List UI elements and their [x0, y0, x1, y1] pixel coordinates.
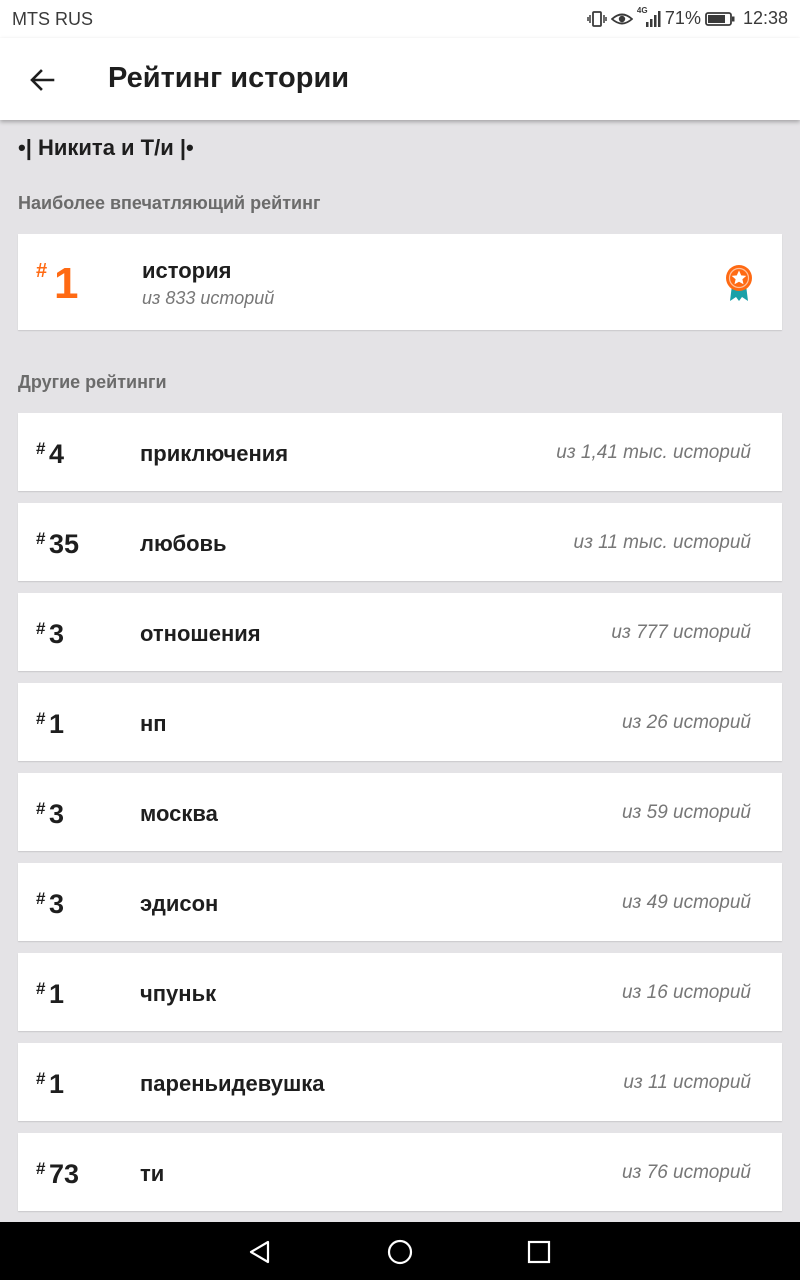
rank-tag: эдисон	[140, 891, 219, 916]
rank-row[interactable]: #3 отношения из 777 историй	[18, 593, 782, 671]
rank-number: 73	[49, 1159, 80, 1189]
rank-total: из 11 историй	[623, 1072, 751, 1093]
rank-row[interactable]: #1 чпуньк из 16 историй	[18, 953, 782, 1031]
best-rank-number: 1	[54, 259, 79, 308]
rank-tag: ти	[140, 1161, 165, 1186]
vibrate-icon	[587, 10, 607, 28]
best-rank-tag: история	[142, 258, 232, 283]
story-title: •| Никита и Т/и |•	[18, 135, 194, 160]
network-type-label: 4G	[636, 5, 648, 15]
rank-hash: #	[36, 889, 46, 908]
rank-hash: #	[36, 619, 46, 638]
nav-back-button[interactable]	[246, 1238, 274, 1266]
rank-list: #4 приключения из 1,41 тыс. историй #35 любо…	[18, 413, 782, 1223]
rank-row[interactable]: #1 пареньидевушка из 11 историй	[18, 1043, 782, 1121]
battery-percent: 71%	[664, 8, 701, 28]
rank-number: 4	[49, 439, 65, 469]
back-button[interactable]	[20, 58, 64, 102]
best-rank-total: из 833 историй	[142, 288, 275, 308]
system-nav-bar	[0, 1222, 800, 1280]
rank-row[interactable]: #3 москва из 59 историй	[18, 773, 782, 851]
rank-row[interactable]: #35 любовь из 11 тыс. историй	[18, 503, 782, 581]
rank-hash: #	[36, 799, 46, 818]
rank-total: из 76 историй	[621, 1162, 751, 1183]
rank-total: из 1,41 тыс. историй	[556, 442, 751, 463]
page-title: Рейтинг истории	[108, 62, 350, 94]
best-ranking-label: Наиболее впечатляющий рейтинг	[18, 193, 321, 213]
status-icons: 4G 71% 12:38	[587, 6, 788, 29]
rank-tag: приключения	[140, 441, 289, 466]
rank-hash: #	[36, 709, 46, 728]
rank-total: из 16 историй	[621, 982, 751, 1003]
rank-row[interactable]: #73 ти из 76 историй	[18, 1133, 782, 1211]
nav-home-circle-icon	[387, 1239, 413, 1265]
rank-total: из 49 историй	[621, 892, 751, 913]
app-bar: Рейтинг истории	[0, 38, 800, 120]
nav-back-triangle-icon	[249, 1240, 270, 1264]
rank-row[interactable]: #3 эдисон из 49 историй	[18, 863, 782, 941]
rank-hash: #	[36, 1159, 46, 1178]
rank-total: из 777 историй	[611, 622, 751, 643]
best-ranking-card[interactable]: # 1 история из 833 историй	[18, 234, 782, 330]
rank-number: 3	[49, 889, 65, 919]
rank-hash: #	[36, 439, 46, 458]
rank-tag: отношения	[140, 621, 261, 646]
rank-total: из 26 историй	[621, 712, 751, 733]
rank-number: 3	[49, 619, 65, 649]
rank-tag: чпуньк	[140, 981, 217, 1006]
rank-tag: нп	[140, 711, 167, 736]
rank-number: 1	[49, 1069, 65, 1099]
rank-number: 1	[49, 709, 65, 739]
rank-tag: пареньидевушка	[140, 1071, 325, 1096]
carrier-name: MTS RUS	[12, 9, 93, 29]
status-bar: MTS RUS 4G 71% 12:38	[0, 0, 800, 38]
nav-home-button[interactable]	[386, 1238, 414, 1266]
arrow-left-icon	[30, 69, 55, 91]
rank-hash: #	[36, 529, 46, 548]
rank-tag: москва	[140, 801, 218, 826]
rank-total: из 11 тыс. историй	[573, 532, 752, 553]
other-rankings-label: Другие рейтинги	[18, 372, 167, 392]
rank-number: 35	[49, 529, 80, 559]
rank-row[interactable]: #4 приключения из 1,41 тыс. историй	[18, 413, 782, 491]
battery-icon	[705, 11, 735, 27]
rank-total: из 59 историй	[621, 802, 751, 823]
nav-recents-button[interactable]	[525, 1238, 553, 1266]
rank-number: 3	[49, 799, 65, 829]
rank-row[interactable]: #1 нп из 26 историй	[18, 683, 782, 761]
award-medal-icon	[726, 265, 752, 301]
signal-icon: 4G	[637, 6, 661, 28]
eye-icon	[610, 10, 633, 28]
rank-number: 1	[49, 979, 65, 1009]
nav-recents-square-icon	[527, 1240, 551, 1264]
best-rank-hash: #	[36, 260, 48, 282]
rank-hash: #	[36, 1069, 46, 1088]
rank-tag: любовь	[140, 531, 227, 556]
rank-hash: #	[36, 979, 46, 998]
clock: 12:38	[742, 8, 788, 28]
